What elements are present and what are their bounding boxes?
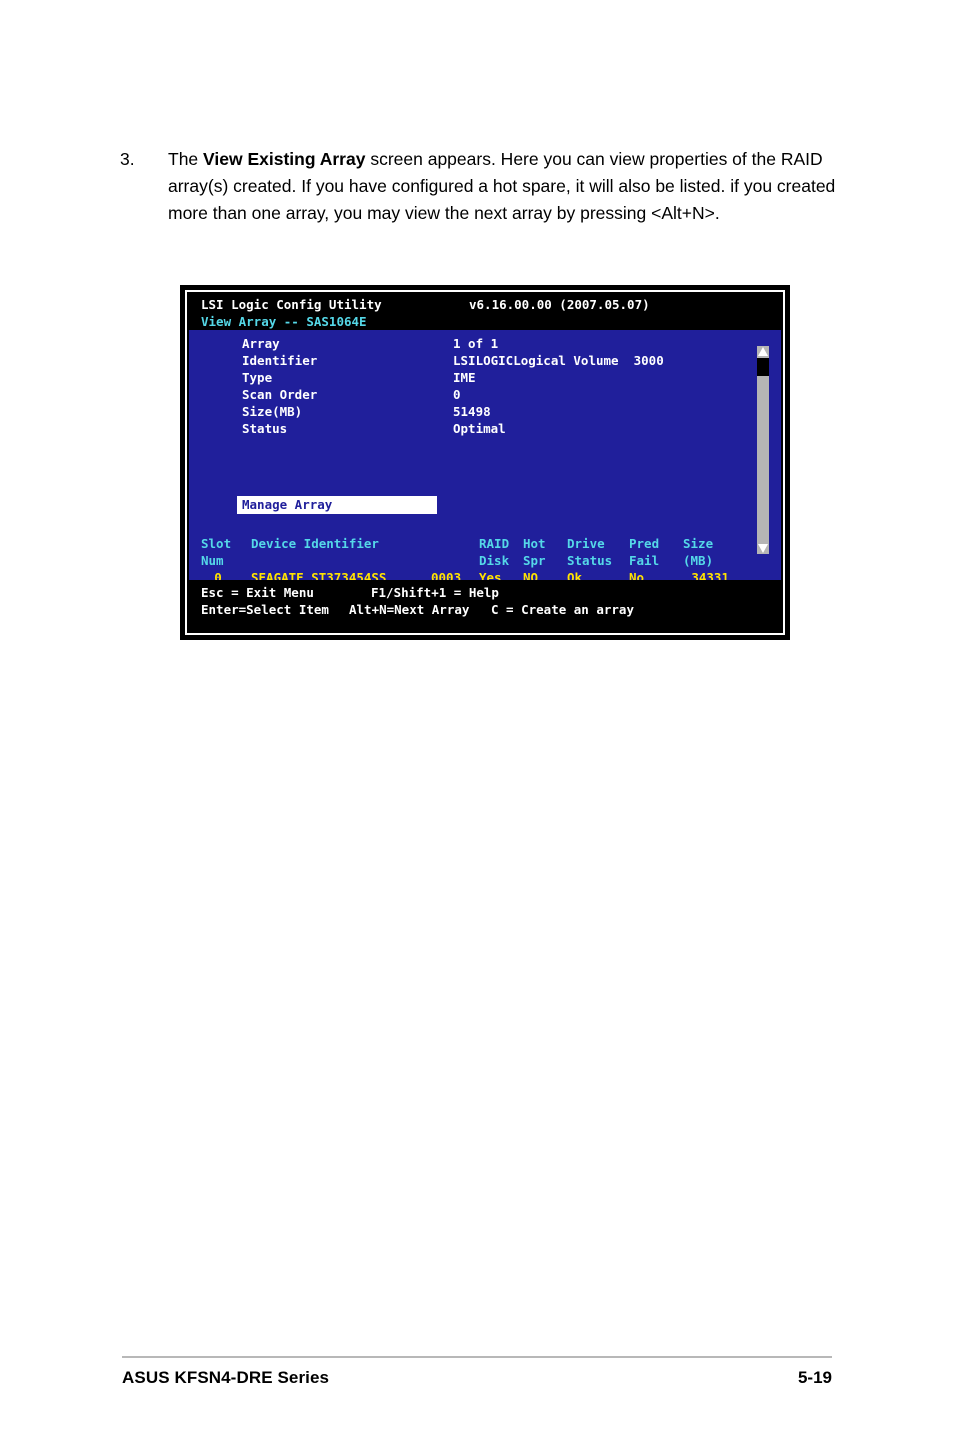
triangle-up-icon[interactable] [757,346,769,357]
cell-slot: 0 [214,570,222,580]
property-row: Array 1 of 1 [189,335,781,352]
property-row: Type IME [189,369,781,386]
col-header-raid: RAID [479,536,510,551]
step-number: 3. [120,149,135,169]
col-header-disk: Disk [479,553,510,568]
bios-screen-title: View Array -- SAS1064E [201,314,367,329]
key-esc-exit: Esc = Exit Menu [201,585,314,600]
cell-device: SEAGATE ST373454SS [251,570,387,580]
property-row: Status Optimal [189,420,781,437]
key-legend-row-2: Enter=Select Item Alt+N=Next Array C = C… [201,601,781,618]
manage-array-menu-item[interactable]: Manage Array [237,496,437,514]
footer-product-name: ASUS KFSN4-DRE Series [122,1368,330,1387]
col-header-fail: Fail [629,553,660,568]
cell-pred-fail: No [629,570,645,580]
cell-raid-disk: Yes [479,570,502,580]
bios-header-row-1: LSI Logic Config Utility v6.16.00.00 (20… [201,296,781,313]
key-altn-next: Alt+N=Next Array [349,602,470,617]
property-value: 0 [453,387,461,402]
step-text-before: The [168,149,204,169]
property-value: Optimal [453,421,506,436]
key-enter-select: Enter=Select Item [201,602,329,617]
step-text-bold: View Existing Array [203,149,366,169]
drive-table-header-row-2: Num Disk Spr Status Fail (MB) [189,552,781,569]
property-value: 51498 [453,404,491,419]
col-header-hot: Hot [523,536,546,551]
key-legend-row-1: Esc = Exit Menu F1/Shift+1 = Help [201,584,781,601]
bios-main-panel: Array 1 of 1 Identifier LSILOGICLogical … [189,330,781,580]
bios-header: LSI Logic Config Utility v6.16.00.00 (20… [189,294,781,330]
cell-hot-spare: NO [523,570,539,580]
property-label: Array [242,336,280,351]
property-value: LSILOGICLogical Volume 3000 [453,353,664,368]
property-label: Scan Order [242,387,318,402]
bios-key-legend: Esc = Exit Menu F1/Shift+1 = Help Enter=… [189,580,781,628]
col-header-num: Num [201,553,224,568]
col-header-slot: Slot [201,536,232,551]
property-label: Size(MB) [242,404,303,419]
col-header-device: Device Identifier [251,536,379,551]
step-text: The View Existing Array screen appears. … [168,146,836,227]
utility-name: LSI Logic Config Utility [201,297,382,312]
bios-inner-border: LSI Logic Config Utility v6.16.00.00 (20… [185,290,785,635]
property-label: Identifier [242,353,318,368]
key-f1-help: F1/Shift+1 = Help [371,585,499,600]
drive-table-header-row-1: Slot Device Identifier RAID Hot Drive Pr… [189,535,781,552]
utility-version: v6.16.00.00 (2007.05.07) [469,297,650,312]
property-label: Status [242,421,288,436]
array-properties-list: Array 1 of 1 Identifier LSILOGICLogical … [189,335,781,437]
property-value: 1 of 1 [453,336,499,351]
property-row: Scan Order 0 [189,386,781,403]
property-row: Size(MB) 51498 [189,403,781,420]
scrollbar-thumb[interactable] [757,358,769,376]
table-row[interactable]: 0 SEAGATE ST373454SS 0003 Yes NO Ok No 3… [189,569,781,580]
bios-screen: LSI Logic Config Utility v6.16.00.00 (20… [189,294,781,631]
bios-screenshot-frame: LSI Logic Config Utility v6.16.00.00 (20… [180,285,790,640]
col-header-status: Status [567,553,613,568]
property-row: Identifier LSILOGICLogical Volume 3000 [189,352,781,369]
col-header-drive: Drive [567,536,605,551]
footer-page-number: 5-19 [797,1368,832,1387]
col-header-pred: Pred [629,536,660,551]
property-label: Type [242,370,273,385]
key-c-create-array: C = Create an array [491,602,634,617]
triangle-down-icon[interactable] [757,543,769,554]
instruction-step: 3. The View Existing Array screen appear… [120,146,836,227]
col-header-spr: Spr [523,553,546,568]
cell-size-mb: 34331 [691,570,729,580]
col-header-size: Size [683,536,714,551]
cell-drive-status: Ok [567,570,583,580]
property-value: IME [453,370,476,385]
vertical-scrollbar[interactable] [757,346,769,554]
footer-divider [122,1356,832,1358]
drive-table: Slot Device Identifier RAID Hot Drive Pr… [189,535,781,580]
col-header-size-units: (MB) [683,553,714,568]
cell-revision: 0003 [431,570,462,580]
